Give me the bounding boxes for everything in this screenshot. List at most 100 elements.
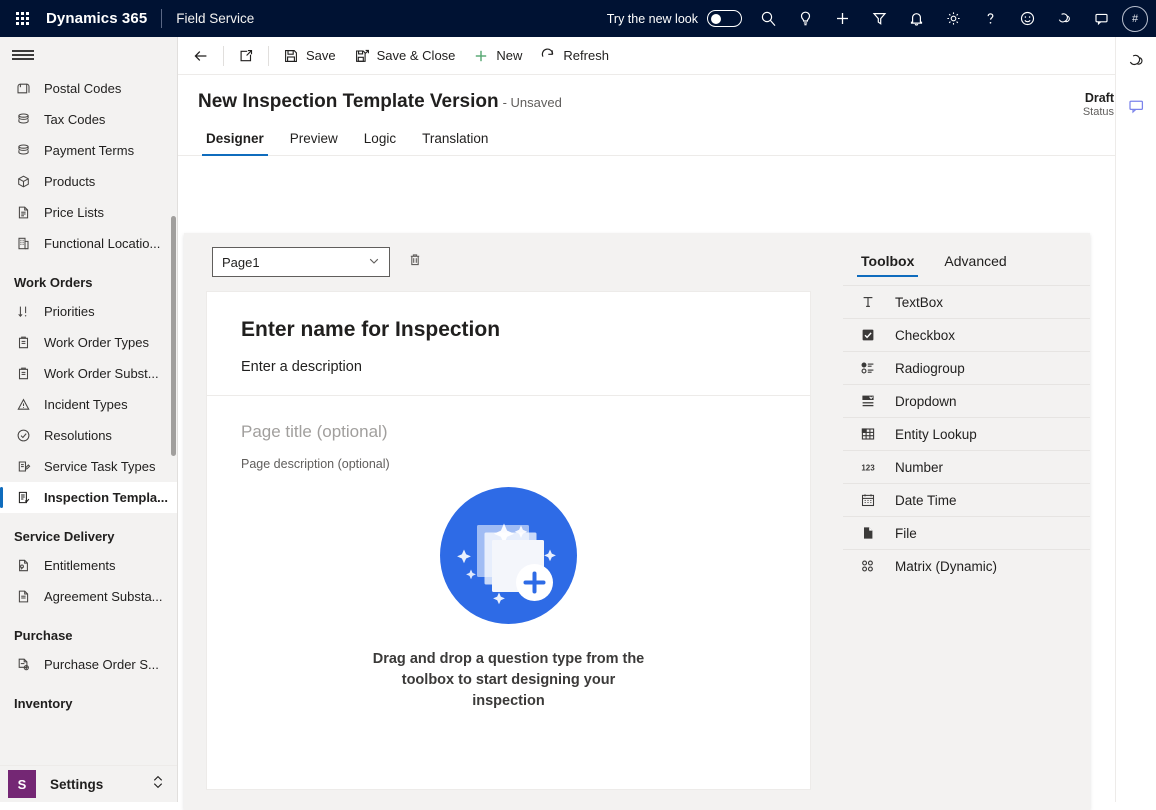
task-icon [14, 458, 32, 476]
tab-advanced[interactable]: Advanced [940, 253, 1010, 277]
hamburger-menu-icon[interactable] [0, 37, 177, 73]
canvas-body: Page title (optional) Page description (… [207, 396, 810, 712]
sidebar-item-label: Functional Locatio... [44, 236, 161, 251]
toolbox-item-radiogroup[interactable]: Radiogroup [843, 351, 1090, 384]
sidebar-item-purchase-order-substatus[interactable]: Purchase Order S... [0, 649, 177, 680]
refresh-icon [540, 48, 556, 64]
sidebar-item-label: Work Order Subst... [44, 366, 159, 381]
try-new-look-control[interactable]: Try the new look [607, 10, 742, 27]
sidebar-item-incident-types[interactable]: Incident Types [0, 389, 177, 420]
toggle-knob [711, 13, 721, 24]
save-and-close-button[interactable]: Save & Close [345, 41, 465, 71]
save-button-label: Save [306, 48, 336, 63]
copilot-icon[interactable] [1116, 37, 1156, 83]
toolbox-item-textbox[interactable]: TextBox [843, 285, 1090, 318]
sidebar-item-label: Payment Terms [44, 143, 135, 158]
lightbulb-icon[interactable] [787, 0, 824, 37]
command-divider [268, 45, 269, 66]
area-switcher[interactable]: S Settings [0, 765, 177, 802]
app-launcher-icon[interactable] [0, 0, 44, 37]
inspection-icon [14, 489, 32, 507]
sidebar-item-agreement-substatus[interactable]: Agreement Substa... [0, 581, 177, 612]
sidebar-item-inspection-templates[interactable]: Inspection Templa... [0, 482, 177, 513]
document-icon [14, 204, 32, 222]
toolbox-item-label: Checkbox [895, 327, 956, 343]
sidebar-item-functional-locations[interactable]: Functional Locatio... [0, 228, 177, 259]
toolbox-item-dropdown[interactable]: Dropdown [843, 384, 1090, 417]
sidebar-item-postal-codes[interactable]: Postal Codes [0, 73, 177, 104]
sidebar-item-products[interactable]: Products [0, 166, 177, 197]
gear-icon[interactable] [935, 0, 972, 37]
sidebar-scrollbar[interactable] [171, 216, 176, 456]
page-select-value: Page1 [222, 254, 260, 270]
tab-designer[interactable]: Designer [198, 131, 272, 156]
try-new-look-toggle[interactable] [707, 10, 742, 27]
teams-chat-icon[interactable] [1116, 83, 1156, 129]
chevron-up-down-icon [152, 774, 164, 795]
sidebar-item-priorities[interactable]: Priorities [0, 296, 177, 327]
toolbox-item-entity-lookup[interactable]: Entity Lookup [843, 417, 1090, 450]
brand-title[interactable]: Dynamics 365 [44, 10, 147, 27]
main-content: Save Save & Close New Refresh New Inspec… [178, 37, 1156, 810]
new-button[interactable]: New [464, 41, 531, 71]
back-button[interactable] [184, 41, 218, 71]
toolbox-item-label: Dropdown [895, 393, 957, 409]
try-new-look-label: Try the new look [606, 11, 698, 26]
sidebar-group-inventory: Inventory [14, 696, 73, 711]
tab-translation[interactable]: Translation [414, 131, 496, 155]
purchase-doc-icon [14, 656, 32, 674]
smiley-icon[interactable] [1009, 0, 1046, 37]
mailbox-icon [14, 80, 32, 98]
app-name-label[interactable]: Field Service [176, 11, 254, 26]
bell-icon[interactable] [898, 0, 935, 37]
page-description-input[interactable]: Page description (optional) [241, 457, 776, 471]
database-icon [14, 111, 32, 129]
tab-preview[interactable]: Preview [282, 131, 346, 155]
sidebar-item-tax-codes[interactable]: Tax Codes [0, 104, 177, 135]
sidebar-item-work-order-substatus[interactable]: Work Order Subst... [0, 358, 177, 389]
checkbox-icon [859, 326, 877, 344]
page-title-input[interactable]: Page title (optional) [241, 422, 776, 442]
sidebar-item-price-lists[interactable]: Price Lists [0, 197, 177, 228]
inspection-name-input[interactable]: Enter name for Inspection [241, 318, 776, 342]
command-divider [223, 45, 224, 66]
copilot-icon[interactable] [1046, 0, 1083, 37]
record-header: New Inspection Template Version - Unsaved… [178, 75, 1156, 118]
trash-icon [407, 252, 423, 273]
number-icon: 123 [859, 458, 877, 476]
save-button[interactable]: Save [274, 41, 345, 71]
refresh-button[interactable]: Refresh [531, 41, 618, 71]
toolbox-item-number[interactable]: 123 Number [843, 450, 1090, 483]
page-select[interactable]: Page1 [212, 247, 390, 277]
toolbox-item-file[interactable]: File [843, 516, 1090, 549]
brand-divider [161, 9, 163, 28]
inspection-description-input[interactable]: Enter a description [241, 359, 776, 375]
sidebar-item-resolutions[interactable]: Resolutions [0, 420, 177, 451]
filter-icon[interactable] [861, 0, 898, 37]
popout-button[interactable] [229, 41, 263, 71]
sidebar-item-label: Service Task Types [44, 459, 156, 474]
sidebar-group-service-delivery: Service Delivery [14, 529, 115, 544]
empty-state-text: Drag and drop a question type from the t… [372, 651, 645, 709]
toolbox-item-date-time[interactable]: Date Time [843, 483, 1090, 516]
tab-logic[interactable]: Logic [356, 131, 404, 155]
database-icon [14, 142, 32, 160]
search-icon[interactable] [750, 0, 787, 37]
clipboard-icon [14, 365, 32, 383]
sidebar-item-entitlements[interactable]: Entitlements [0, 550, 177, 581]
feedback-icon[interactable] [1083, 0, 1120, 37]
sidebar-item-work-order-types[interactable]: Work Order Types [0, 327, 177, 358]
help-icon[interactable] [972, 0, 1009, 37]
toolbox-item-checkbox[interactable]: Checkbox [843, 318, 1090, 351]
delete-page-button[interactable] [400, 247, 430, 277]
sidebar-item-label: Work Order Types [44, 335, 149, 350]
avatar[interactable]: # [1122, 5, 1148, 32]
sitemap-scroll-area[interactable]: Postal Codes Tax Codes Payment Terms Pro… [0, 73, 177, 763]
plus-icon[interactable] [824, 0, 861, 37]
sidebar-item-payment-terms[interactable]: Payment Terms [0, 135, 177, 166]
sidebar-item-label: Entitlements [44, 558, 116, 573]
toolbox-item-matrix-dynamic[interactable]: Matrix (Dynamic) [843, 549, 1090, 582]
tab-toolbox[interactable]: Toolbox [857, 253, 919, 277]
sidebar-group-purchase: Purchase [14, 628, 73, 643]
sidebar-item-service-task-types[interactable]: Service Task Types [0, 451, 177, 482]
